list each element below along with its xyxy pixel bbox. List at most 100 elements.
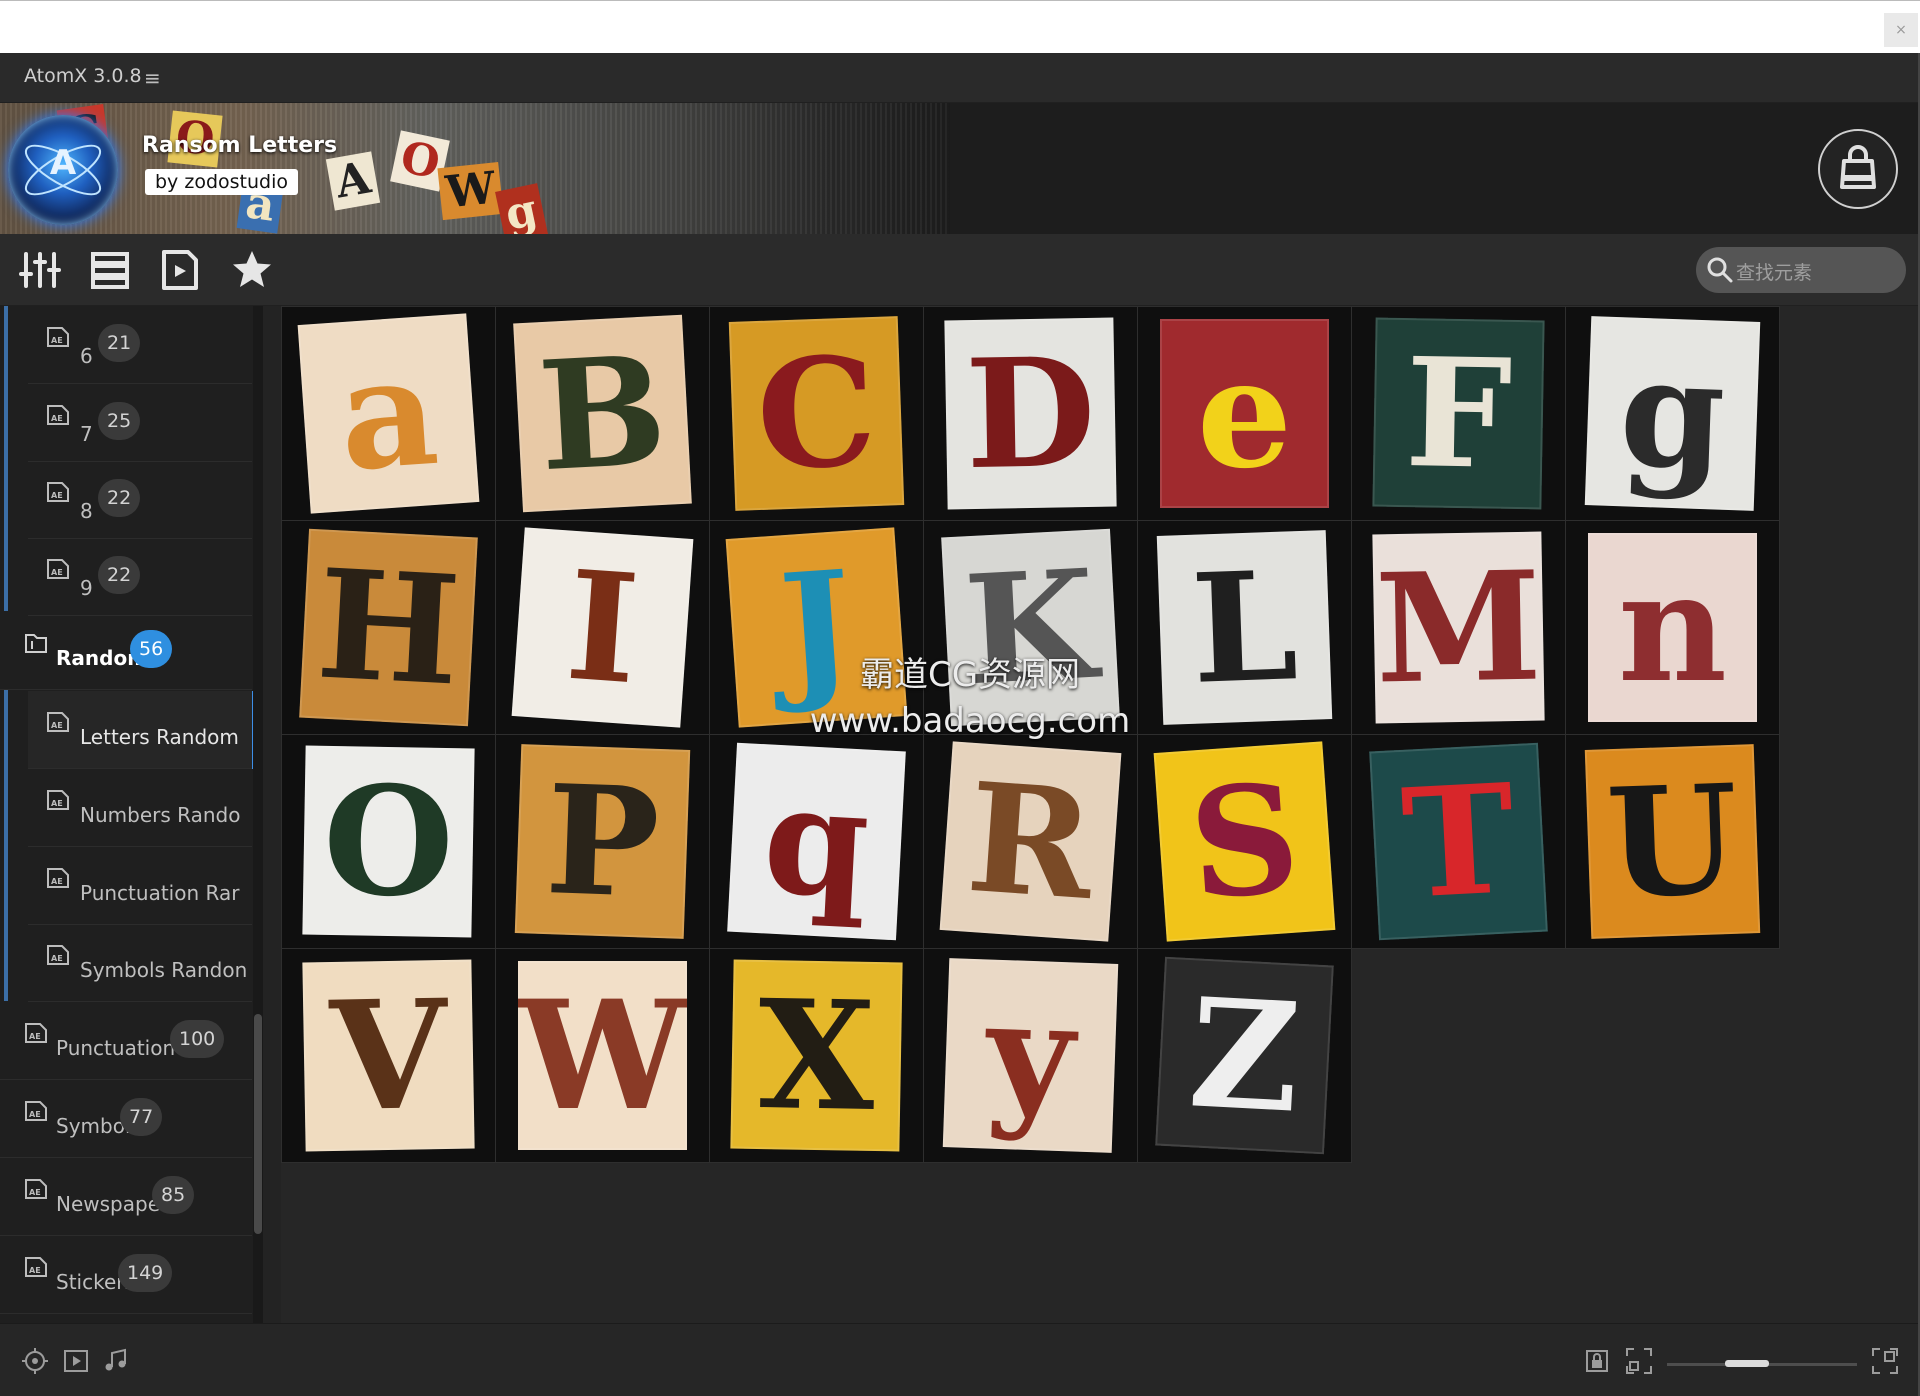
watermark-line: www.badaocg.com [809, 701, 1131, 741]
tile-letter: B [513, 314, 692, 513]
letter-tile[interactable]: n [1565, 520, 1780, 735]
expand-icon[interactable] [1872, 1348, 1898, 1374]
letter-tile[interactable]: Z [1137, 948, 1352, 1163]
letter-tile[interactable]: U [1565, 734, 1780, 949]
count-badge: 25 [98, 402, 141, 440]
count-badge: 100 [170, 1020, 225, 1058]
sidebar-item-8[interactable]: AE 8 22 [28, 461, 252, 539]
banner-decor-letter: A [325, 151, 381, 211]
letter-tile[interactable]: S [1137, 734, 1352, 949]
letter-tile[interactable]: q [709, 734, 924, 949]
ae-file-icon: AE [47, 712, 69, 732]
star-icon[interactable] [230, 248, 274, 292]
sidebar-item-label: Punctuation [56, 1036, 176, 1060]
sliders-icon[interactable] [18, 248, 62, 292]
ae-file-icon: AE [47, 405, 69, 425]
shop-button[interactable] [1818, 129, 1898, 209]
zoom-slider-thumb[interactable] [1725, 1360, 1769, 1367]
svg-text:AE: AE [51, 491, 63, 500]
sidebar-item-punctuation-rar[interactable]: AE Punctuation Rar [28, 847, 252, 925]
sidebar-item-label: Letters Random [80, 725, 239, 749]
letter-tile[interactable]: O [281, 734, 496, 949]
sidebar-item-symbols[interactable]: AE Symbols 77 [0, 1080, 252, 1158]
sidebar-item-9[interactable]: AE 9 22 [28, 538, 252, 616]
count-badge: 56 [130, 630, 173, 668]
ae-file-icon: AE [25, 1101, 47, 1121]
tile-letter: y [942, 958, 1119, 1153]
tile-letter: O [302, 745, 475, 938]
letter-tile[interactable]: a [281, 306, 496, 521]
ae-file-icon: AE [25, 1023, 47, 1043]
svg-text:AE: AE [51, 568, 63, 577]
letter-tile[interactable]: P [495, 734, 710, 949]
count-badge: 77 [120, 1098, 163, 1136]
sidebar-scrollbar-thumb[interactable] [254, 1014, 262, 1234]
pack-author: by zodostudio [145, 169, 298, 195]
ae-file-icon: AE [47, 559, 69, 579]
sidebar-gutter [263, 306, 281, 1323]
search-input[interactable]: 查找元素 [1696, 247, 1906, 293]
sidebar-item-label: 9 [80, 576, 93, 600]
fullscreen-icon[interactable] [1626, 1348, 1652, 1374]
svg-text:AE: AE [51, 414, 63, 423]
atomx-logo: A [8, 115, 118, 225]
svg-text:AE: AE [51, 877, 63, 886]
logo-letter: A [49, 143, 77, 183]
search-icon [1707, 257, 1733, 283]
letter-tile[interactable]: e [1137, 306, 1352, 521]
status-bar [0, 1323, 1920, 1396]
letter-tile[interactable]: W [495, 948, 710, 1163]
letter-tile[interactable]: I [495, 520, 710, 735]
sidebar-item-stickers[interactable]: AE Stickers 149 [0, 1236, 252, 1314]
letter-tile[interactable]: C [709, 306, 924, 521]
sidebar-item-numbers-rando[interactable]: AE Numbers Rando [28, 769, 252, 847]
svg-text:AE: AE [29, 1188, 41, 1197]
letter-tile[interactable]: X [709, 948, 924, 1163]
letter-tile[interactable]: R [923, 734, 1138, 949]
lock-icon[interactable] [1584, 1348, 1610, 1374]
media-file-icon[interactable] [158, 248, 202, 292]
letter-tile[interactable]: y [923, 948, 1138, 1163]
tile-letter: a [297, 313, 480, 514]
letter-tile[interactable]: H [281, 520, 496, 735]
tile-letter: S [1153, 741, 1336, 942]
music-icon[interactable] [103, 1348, 129, 1374]
svg-text:AE: AE [29, 1110, 41, 1119]
hamburger-menu-icon[interactable]: ≡ [144, 66, 161, 90]
count-badge: 21 [98, 324, 141, 362]
letter-tile[interactable]: T [1351, 734, 1566, 949]
letter-tile[interactable]: V [281, 948, 496, 1163]
tile-letter: n [1588, 533, 1757, 722]
sidebar-item-newspaper[interactable]: AE Newspaper 85 [0, 1158, 252, 1236]
sidebar-scrollbar[interactable] [253, 306, 263, 1323]
pack-banner: C O A O W a g A Ransom Letters by zodost… [0, 103, 1920, 234]
sidebar-item-random[interactable]: Random 56 [0, 612, 252, 690]
video-icon[interactable] [63, 1348, 89, 1374]
ae-file-icon: AE [47, 327, 69, 347]
sidebar-item-6[interactable]: AE 6 21 [28, 306, 252, 384]
tile-letter: q [727, 742, 906, 941]
svg-text:AE: AE [51, 799, 63, 808]
list-view-icon[interactable] [88, 248, 132, 292]
tile-letter: e [1160, 319, 1329, 508]
letter-tile[interactable]: g [1565, 306, 1780, 521]
letter-tile[interactable]: F [1351, 306, 1566, 521]
letter-tile[interactable]: B [495, 306, 710, 521]
sidebar-item-punctuation[interactable]: AE Punctuation 100 [0, 1002, 252, 1080]
zoom-slider[interactable] [1667, 1360, 1857, 1367]
tile-letter: C [728, 316, 905, 511]
tile-letter: U [1584, 744, 1761, 939]
sidebar-item-7[interactable]: AE 7 25 [28, 384, 252, 462]
tree-guide-line [4, 689, 8, 1001]
letter-tile[interactable]: M [1351, 520, 1566, 735]
sidebar-item-letters-random[interactable]: AE Letters Random [28, 691, 252, 769]
window-close-button[interactable]: × [1884, 13, 1918, 47]
crosshair-icon[interactable] [22, 1348, 48, 1374]
tile-letter: W [518, 961, 687, 1150]
tile-letter: X [730, 959, 903, 1152]
sidebar-item-label: Symbols Randon [80, 958, 248, 982]
sidebar-item-symbols-randon[interactable]: AE Symbols Randon [28, 924, 252, 1002]
tile-letter: V [302, 959, 475, 1152]
category-sidebar: AE 6 21 AE 7 25 AE 8 22 AE 9 22 Random 56 AE Letters Ra… [0, 306, 263, 1323]
letter-tile[interactable]: D [923, 306, 1138, 521]
